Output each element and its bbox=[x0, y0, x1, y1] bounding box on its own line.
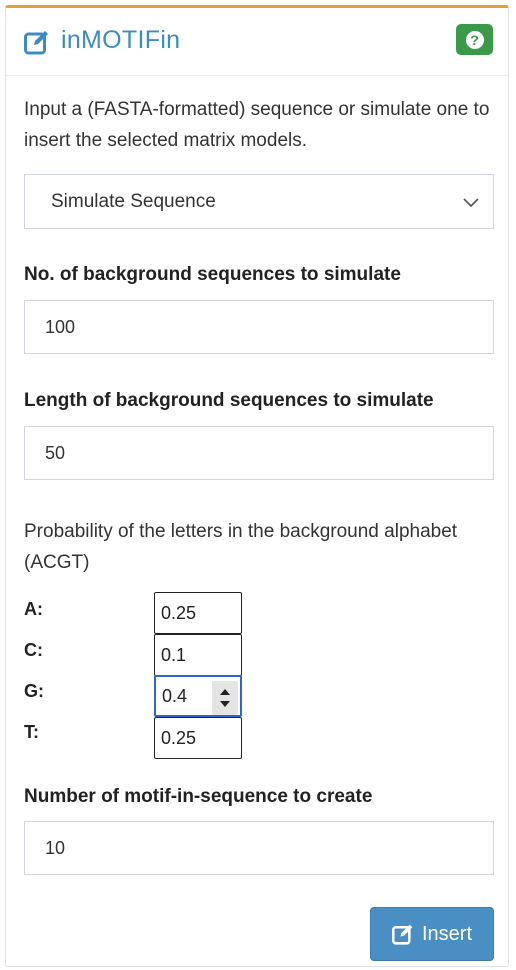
intro-text: Input a (FASTA-formatted) sequence or si… bbox=[24, 99, 490, 151]
probability-label: Probability of the letters in the backgr… bbox=[24, 521, 458, 573]
letter-c-label: C: bbox=[24, 640, 43, 660]
insert-button[interactable]: Insert bbox=[370, 907, 494, 961]
length-background-label: Length of background sequences to simula… bbox=[24, 390, 434, 411]
mode-select[interactable]: Simulate Sequence bbox=[24, 174, 494, 229]
num-background-label: No. of background sequences to simulate bbox=[24, 264, 401, 285]
edit-icon bbox=[24, 31, 48, 55]
length-background-input[interactable] bbox=[24, 426, 494, 480]
num-background-input[interactable] bbox=[24, 300, 494, 354]
spinner-arrows-icon bbox=[220, 689, 230, 707]
help-button[interactable]: ? bbox=[456, 24, 493, 55]
insert-button-label: Insert bbox=[421, 922, 473, 945]
letter-a-label: A: bbox=[24, 599, 43, 619]
prob-c-input[interactable] bbox=[154, 634, 242, 676]
question-icon: ? bbox=[465, 30, 484, 49]
inmotifin-panel: inMOTIFin ? Input a (FASTA-formatted) se… bbox=[5, 5, 509, 967]
motif-count-label: Number of motif-in-sequence to create bbox=[24, 786, 373, 807]
edit-icon bbox=[391, 924, 413, 945]
prob-t-input[interactable] bbox=[154, 717, 242, 759]
letter-g-label: G: bbox=[24, 681, 44, 701]
panel-title: inMOTIFin bbox=[61, 26, 181, 54]
motif-count-input[interactable] bbox=[24, 821, 494, 875]
panel-header: inMOTIFin ? bbox=[6, 8, 508, 76]
letter-t-label: T: bbox=[24, 722, 39, 742]
prob-a-input[interactable] bbox=[154, 592, 242, 634]
prob-g-spinner[interactable] bbox=[212, 681, 238, 715]
chevron-down-icon bbox=[463, 198, 479, 208]
mode-select-value: Simulate Sequence bbox=[51, 190, 216, 212]
